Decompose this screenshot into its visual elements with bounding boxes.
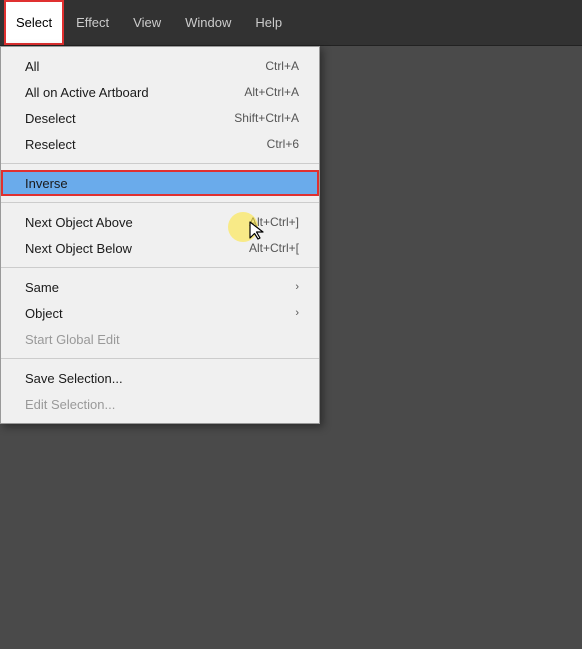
menu-window[interactable]: Window bbox=[173, 0, 243, 45]
menu-section-2: Inverse bbox=[1, 164, 319, 203]
menu-item-all[interactable]: All Ctrl+A bbox=[1, 53, 319, 79]
menu-item-save-selection[interactable]: Save Selection... bbox=[1, 365, 319, 391]
menu-help[interactable]: Help bbox=[243, 0, 294, 45]
menu-item-edit-selection: Edit Selection... bbox=[1, 391, 319, 417]
menubar: Select Effect View Window Help bbox=[0, 0, 582, 46]
menu-item-all-active-artboard[interactable]: All on Active Artboard Alt+Ctrl+A bbox=[1, 79, 319, 105]
menu-section-1: All Ctrl+A All on Active Artboard Alt+Ct… bbox=[1, 47, 319, 164]
menu-item-start-global-edit: Start Global Edit bbox=[1, 326, 319, 352]
menu-item-reselect[interactable]: Reselect Ctrl+6 bbox=[1, 131, 319, 157]
menu-section-5: Save Selection... Edit Selection... bbox=[1, 359, 319, 423]
chevron-right-icon: › bbox=[295, 307, 299, 319]
menu-section-3: Next Object Above Alt+Ctrl+] Next Object… bbox=[1, 203, 319, 268]
menu-section-4: Same › Object › Start Global Edit bbox=[1, 268, 319, 359]
menu-item-same[interactable]: Same › bbox=[1, 274, 319, 300]
menu-view[interactable]: View bbox=[121, 0, 173, 45]
chevron-right-icon: › bbox=[295, 281, 299, 293]
menu-item-next-below[interactable]: Next Object Below Alt+Ctrl+[ bbox=[1, 235, 319, 261]
menu-item-inverse[interactable]: Inverse bbox=[1, 170, 319, 196]
select-dropdown: All Ctrl+A All on Active Artboard Alt+Ct… bbox=[0, 46, 320, 424]
menu-effect[interactable]: Effect bbox=[64, 0, 121, 45]
menu-item-deselect[interactable]: Deselect Shift+Ctrl+A bbox=[1, 105, 319, 131]
menu-item-object[interactable]: Object › bbox=[1, 300, 319, 326]
menu-item-next-above[interactable]: Next Object Above Alt+Ctrl+] bbox=[1, 209, 319, 235]
menu-select[interactable]: Select bbox=[4, 0, 64, 45]
